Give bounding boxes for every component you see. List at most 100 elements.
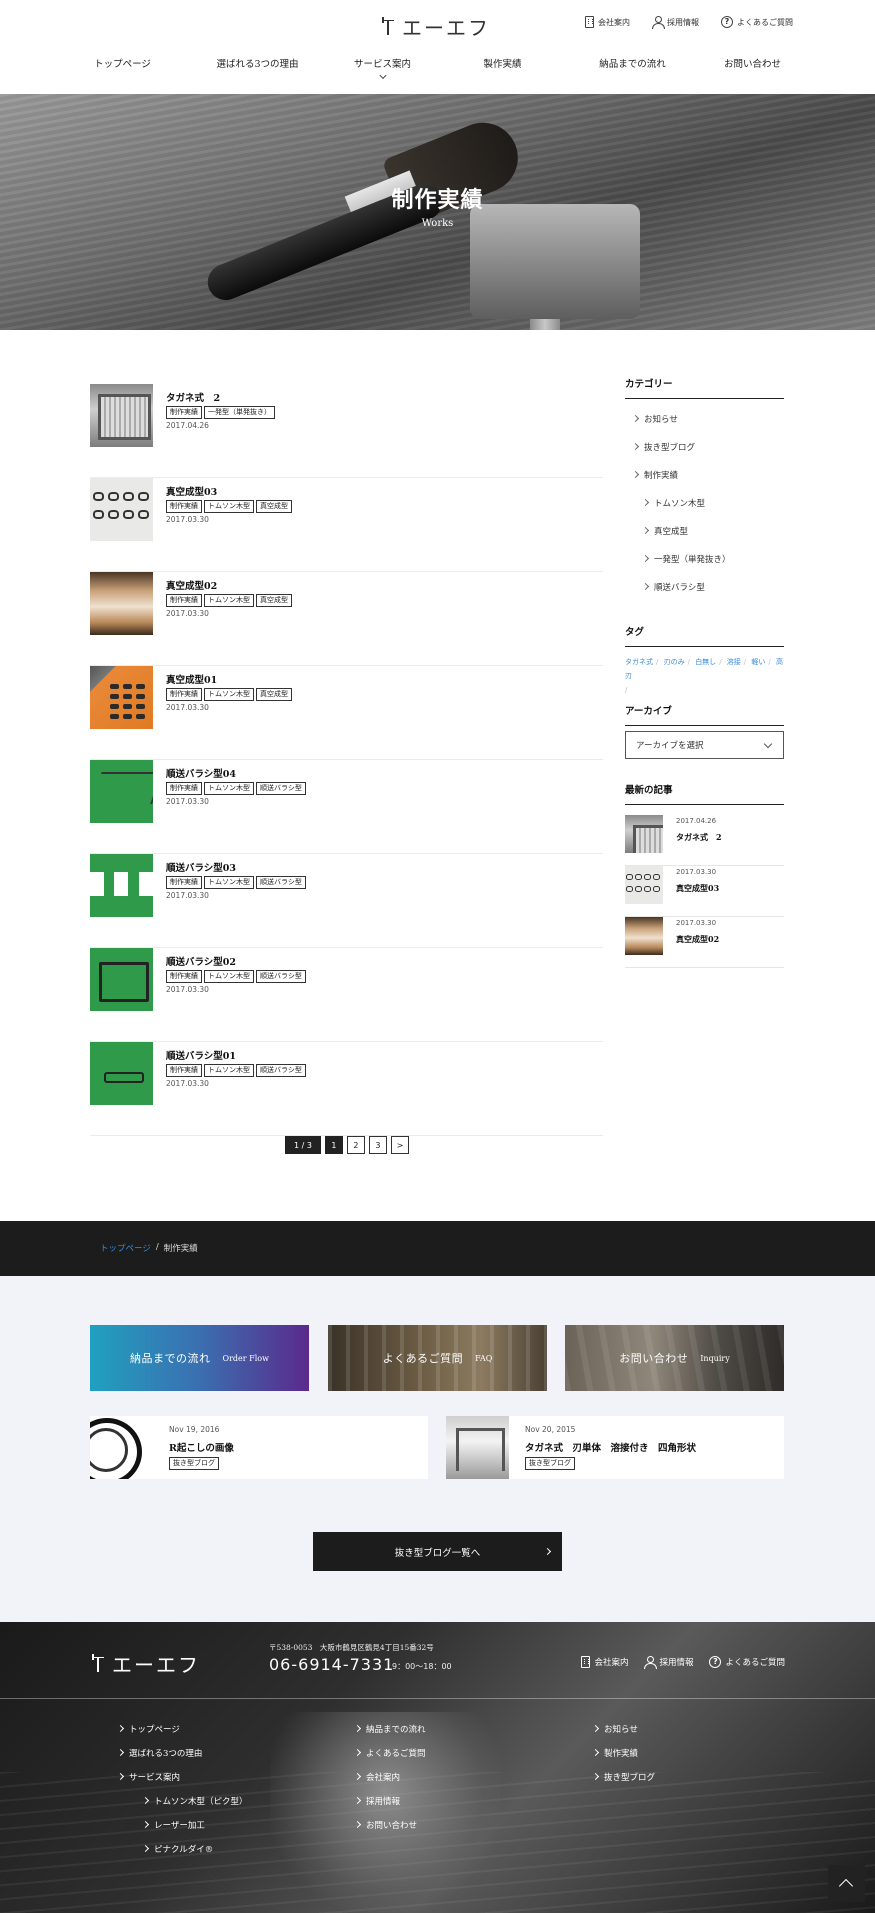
post-tag[interactable]: トムソン木型 (204, 970, 254, 983)
recent-thumbnail[interactable] (625, 815, 663, 853)
footer-link[interactable]: トップページ (129, 1723, 180, 1735)
util-faq-link[interactable]: ? よくあるご質問 (721, 16, 793, 28)
order-flow-banner[interactable]: 納品までの流れ Order Flow (90, 1325, 309, 1391)
post-item[interactable]: 順送バラシ型02 制作実績 トムソン木型 順送バラシ型 2017.03.30 (90, 948, 603, 1042)
post-title[interactable]: タガネ式 2 (166, 390, 220, 404)
category-progressive[interactable]: 順送バラシ型 (654, 581, 705, 593)
post-item[interactable]: 順送バラシ型04 制作実績 トムソン木型 順送バラシ型 2017.03.30 (90, 760, 603, 854)
post-tag[interactable]: 真空成型 (256, 688, 292, 701)
post-tag[interactable]: 順送バラシ型 (256, 970, 306, 983)
nav-contact[interactable]: お問い合わせ (693, 56, 813, 70)
footer-link[interactable]: よくあるご質問 (366, 1747, 426, 1759)
post-tag[interactable]: トムソン木型 (204, 594, 254, 607)
post-thumbnail[interactable] (90, 666, 153, 729)
category-news[interactable]: お知らせ (644, 413, 678, 425)
recent-thumbnail[interactable] (625, 866, 663, 904)
back-to-top-button[interactable] (828, 1865, 865, 1902)
footer-recruit-link[interactable]: 採用情報 (644, 1656, 693, 1669)
post-tag[interactable]: 制作実績 (166, 688, 202, 701)
next-page-button[interactable]: > (390, 1136, 409, 1154)
footer-link[interactable]: 納品までの流れ (366, 1723, 426, 1735)
nav-reasons[interactable]: 選ばれる3つの理由 (183, 56, 333, 70)
post-thumbnail[interactable] (90, 384, 153, 447)
recent-post[interactable]: 2017.04.26 タガネ式 2 (625, 815, 784, 866)
blog-card[interactable]: Nov 20, 2015 タガネ式 刃単体 溶接付き 四角形状 抜き型ブログ (446, 1416, 784, 1479)
tag-link[interactable]: 刃のみ (664, 658, 685, 666)
post-item[interactable]: タガネ式 2 制作実績 一発型（単発抜き） 2017.04.26 (90, 384, 603, 478)
recent-title[interactable]: 真空成型03 (676, 883, 719, 894)
post-tag[interactable]: 順送バラシ型 (256, 876, 306, 889)
util-company-link[interactable]: 会社案内 (585, 16, 630, 28)
page-3-button[interactable]: 3 (368, 1136, 387, 1154)
post-tag[interactable]: 順送バラシ型 (256, 1064, 306, 1077)
blog-tag[interactable]: 抜き型ブログ (169, 1457, 219, 1470)
post-tag[interactable]: トムソン木型 (204, 500, 254, 513)
post-thumbnail[interactable] (90, 854, 153, 917)
nav-services[interactable]: サービス案内 (333, 56, 433, 80)
site-logo[interactable]: エーエフ (380, 12, 490, 41)
post-tag[interactable]: トムソン木型 (204, 688, 254, 701)
post-thumbnail[interactable] (90, 572, 153, 635)
category-single-die[interactable]: 一発型（単発抜き） (654, 553, 731, 565)
post-title[interactable]: 順送バラシ型04 (166, 766, 236, 780)
blog-thumbnail[interactable] (90, 1416, 153, 1479)
post-thumbnail[interactable] (90, 760, 153, 823)
blog-tag[interactable]: 抜き型ブログ (525, 1457, 575, 1470)
footer-link[interactable]: お問い合わせ (366, 1819, 417, 1831)
post-thumbnail[interactable] (90, 1042, 153, 1105)
recent-title[interactable]: タガネ式 2 (676, 832, 722, 843)
footer-link[interactable]: レーザー加工 (154, 1819, 205, 1831)
footer-link[interactable]: 製作実績 (604, 1747, 638, 1759)
post-tag[interactable]: 順送バラシ型 (256, 782, 306, 795)
tag-link[interactable]: 白無し (695, 658, 716, 666)
breadcrumb-home[interactable]: トップページ (100, 1242, 151, 1254)
blog-list-button[interactable]: 抜き型ブログ一覧へ (313, 1532, 562, 1571)
post-thumbnail[interactable] (90, 948, 153, 1011)
blog-title[interactable]: R起こしの画像 (169, 1440, 234, 1454)
blog-thumbnail[interactable] (446, 1416, 509, 1479)
footer-logo[interactable]: エーエフ (90, 1649, 200, 1678)
post-tag[interactable]: トムソン木型 (204, 782, 254, 795)
category-blog[interactable]: 抜き型ブログ (644, 441, 695, 453)
post-tag[interactable]: 一発型（単発抜き） (204, 406, 275, 419)
recent-post[interactable]: 2017.03.30 真空成型02 (625, 917, 784, 968)
nav-flow[interactable]: 納品までの流れ (573, 56, 693, 70)
footer-company-link[interactable]: 会社案内 (581, 1656, 628, 1668)
post-item[interactable]: 順送バラシ型03 制作実績 トムソン木型 順送バラシ型 2017.03.30 (90, 854, 603, 948)
post-tag[interactable]: 制作実績 (166, 970, 202, 983)
faq-banner[interactable]: よくあるご質問 FAQ (328, 1325, 547, 1391)
post-tag[interactable]: 制作実績 (166, 500, 202, 513)
post-item[interactable]: 真空成型03 制作実績 トムソン木型 真空成型 2017.03.30 (90, 478, 603, 572)
page-2-button[interactable]: 2 (346, 1136, 365, 1154)
recent-post[interactable]: 2017.03.30 真空成型03 (625, 866, 784, 917)
post-tag[interactable]: 制作実績 (166, 594, 202, 607)
post-tag[interactable]: 制作実績 (166, 876, 202, 889)
post-thumbnail[interactable] (90, 478, 153, 541)
post-item[interactable]: 順送バラシ型01 制作実績 トムソン木型 順送バラシ型 2017.03.30 (90, 1042, 603, 1136)
category-vacuum[interactable]: 真空成型 (654, 525, 688, 537)
post-title[interactable]: 順送バラシ型01 (166, 1048, 236, 1062)
inquiry-banner[interactable]: お問い合わせ Inquiry (565, 1325, 784, 1391)
post-tag[interactable]: 制作実績 (166, 782, 202, 795)
footer-link[interactable]: サービス案内 (129, 1771, 180, 1783)
post-title[interactable]: 真空成型02 (166, 578, 217, 592)
util-recruit-link[interactable]: 採用情報 (652, 16, 699, 29)
footer-link[interactable]: トムソン木型（ピク型） (154, 1795, 248, 1807)
tag-link[interactable]: 軽い (751, 658, 765, 666)
footer-phone[interactable]: 06-6914-7331 (269, 1655, 394, 1674)
post-tag[interactable]: 真空成型 (256, 500, 292, 513)
tag-link[interactable]: 溶接 (727, 658, 741, 666)
post-tag[interactable]: 制作実績 (166, 406, 202, 419)
post-tag[interactable]: トムソン木型 (204, 876, 254, 889)
footer-faq-link[interactable]: ? よくあるご質問 (709, 1656, 785, 1668)
page-1-button[interactable]: 1 (324, 1136, 343, 1154)
tag-link[interactable]: タガネ式 (625, 658, 653, 666)
post-item[interactable]: 真空成型01 制作実績 トムソン木型 真空成型 2017.03.30 (90, 666, 603, 760)
recent-thumbnail[interactable] (625, 917, 663, 955)
footer-link[interactable]: 抜き型ブログ (604, 1771, 655, 1783)
footer-link[interactable]: ピナクルダイ® (154, 1843, 213, 1855)
category-thomson[interactable]: トムソン木型 (654, 497, 705, 509)
post-tag[interactable]: トムソン木型 (204, 1064, 254, 1077)
nav-works[interactable]: 製作実績 (433, 56, 573, 70)
category-works[interactable]: 制作実績 (644, 469, 678, 481)
